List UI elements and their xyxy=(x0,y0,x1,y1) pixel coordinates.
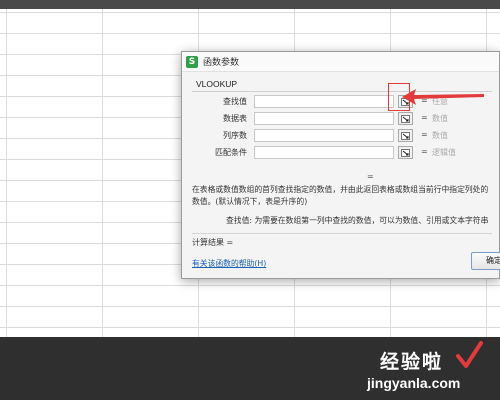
app-logo-icon: S xyxy=(186,55,198,68)
lookup-value-input[interactable] xyxy=(254,95,394,108)
calc-result: 计算结果 = xyxy=(192,238,234,247)
checkmark-icon xyxy=(456,341,483,368)
top-bar xyxy=(0,0,500,9)
range-select-icon xyxy=(401,114,410,123)
function-arguments-dialog: S 函数参数 VLOOKUP 查找值 = 任意 数据表 = 数值 列序数 = 数… xyxy=(181,51,500,279)
param-row-range-lookup: 匹配条件 = 逻辑值 xyxy=(192,146,492,160)
range-select-icon xyxy=(401,131,410,140)
ok-button[interactable]: 确定 xyxy=(471,252,500,270)
range-select-button[interactable] xyxy=(398,146,413,159)
result-divider xyxy=(192,233,492,234)
dialog-title: 函数参数 xyxy=(203,58,240,68)
dialog-titlebar[interactable]: S 函数参数 xyxy=(182,52,499,72)
param-label: 匹配条件 xyxy=(215,148,247,157)
param-type: 数值 xyxy=(432,114,448,123)
function-name: VLOOKUP xyxy=(196,79,238,89)
param-type: 逻辑值 xyxy=(432,148,456,157)
watermark-title: 经验啦 xyxy=(380,351,444,373)
param-row-col-index: 列序数 = 数值 xyxy=(192,129,492,143)
param-equals: = xyxy=(421,147,428,156)
range-select-button[interactable] xyxy=(398,112,413,125)
range-lookup-input[interactable] xyxy=(254,146,394,159)
red-arrow-icon xyxy=(402,89,484,105)
param-label: 列序数 xyxy=(223,131,247,140)
argument-help: 查找值: 为需要在数组第一列中查找的数值，可以为数值、引用或文本字符串 xyxy=(226,216,489,225)
param-label: 查找值 xyxy=(223,97,247,106)
param-label: 数据表 xyxy=(223,114,247,123)
param-equals: = xyxy=(421,130,428,139)
param-equals: = xyxy=(421,113,428,122)
function-description: 在表格或数值数组的首列查找指定的数值，并由此返回表格或数组当前行中指定列处的数值… xyxy=(192,185,489,206)
param-type: 数值 xyxy=(432,131,448,140)
table-array-input[interactable] xyxy=(254,112,394,125)
col-index-input[interactable] xyxy=(254,129,394,142)
param-row-table-array: 数据表 = 数值 xyxy=(192,112,492,126)
range-select-button[interactable] xyxy=(398,129,413,142)
watermark-url: jingyanla.com xyxy=(367,375,461,391)
function-help-link[interactable]: 有关该函数的帮助(H) xyxy=(192,258,266,269)
range-select-icon xyxy=(401,148,410,157)
result-equals: = xyxy=(367,172,374,181)
